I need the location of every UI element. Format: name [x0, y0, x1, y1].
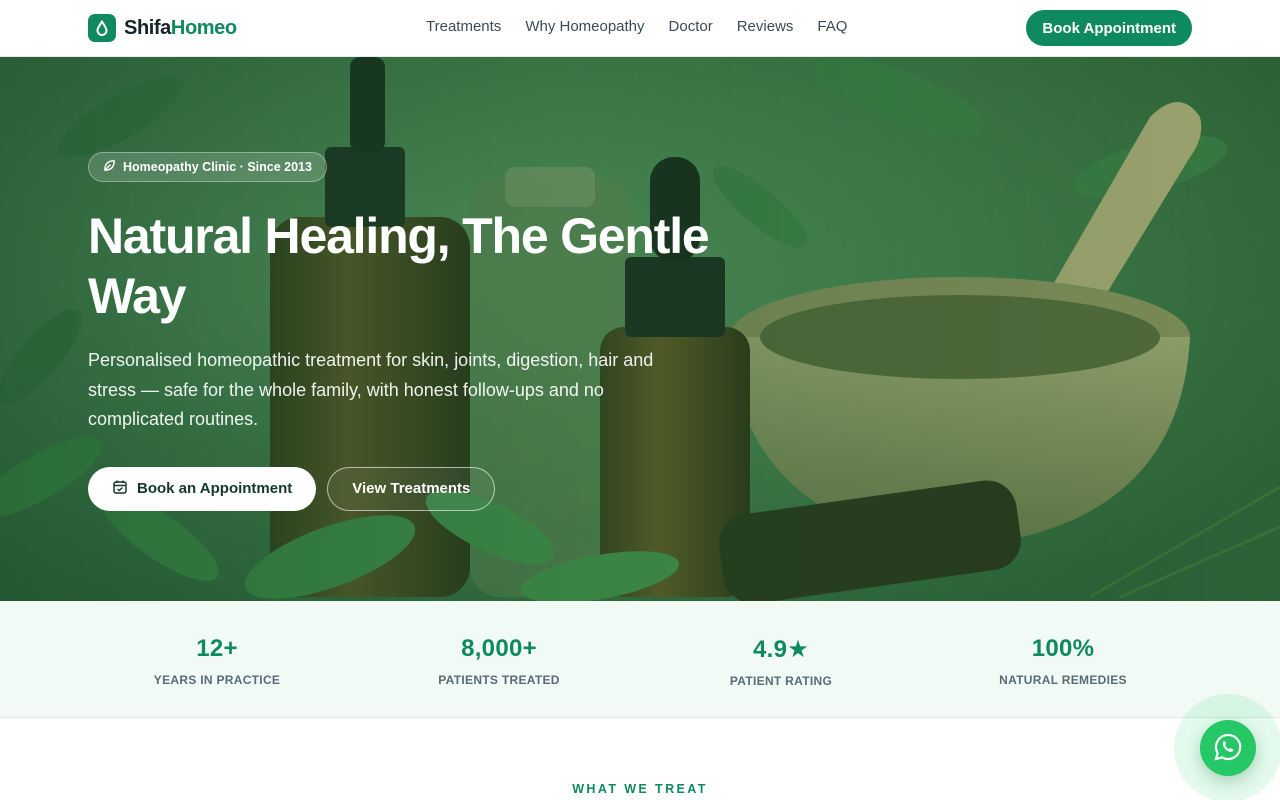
clinic-badge-text: Homeopathy Clinic · Since 2013 — [123, 160, 312, 174]
stat-natural: 100% NATURAL REMEDIES — [943, 635, 1183, 687]
brand-name-primary: Shifa — [124, 16, 171, 39]
section-eyebrow: WHAT WE TREAT — [572, 782, 708, 796]
nav-link-doctor[interactable]: Doctor — [669, 18, 713, 35]
book-an-appointment-button[interactable]: Book an Appointment — [88, 466, 317, 511]
nav-link-why-homeopathy[interactable]: Why Homeopathy — [525, 18, 644, 35]
calendar-icon — [112, 479, 128, 499]
clinic-badge: Homeopathy Clinic · Since 2013 — [88, 152, 327, 182]
stats-bar: 12+ YEARS IN PRACTICE 8,000+ PATIENTS TR… — [0, 601, 1280, 718]
brand-name-accent: Homeo — [170, 16, 237, 39]
brand-name: ShifaHomeo — [124, 17, 237, 40]
stat-rating: 4.9★ PATIENT RATING — [661, 635, 901, 688]
stat-value: 8,000+ — [461, 635, 537, 662]
stat-value: 100% — [1031, 635, 1095, 662]
stat-patients: 8,000+ PATIENTS TREATED — [379, 635, 619, 687]
stat-label: PATIENTS TREATED — [438, 673, 560, 687]
hero-section: Homeopathy Clinic · Since 2013 Natural H… — [0, 57, 1280, 601]
whatsapp-button[interactable] — [1200, 720, 1256, 776]
nav-link-treatments[interactable]: Treatments — [426, 18, 501, 35]
leaf-icon — [103, 159, 116, 175]
stat-value: 12+ — [196, 635, 238, 662]
hero-title: Natural Healing, The Gentle Way — [88, 208, 710, 324]
hero-actions: Book an Appointment View Treatments — [88, 466, 728, 511]
stat-label: PATIENT RATING — [729, 674, 833, 688]
stat-years: 12+ YEARS IN PRACTICE — [97, 635, 337, 687]
book-appointment-button[interactable]: Book Appointment — [1026, 10, 1192, 46]
book-an-appointment-label: Book an Appointment — [137, 480, 293, 497]
main-nav: Treatments Why Homeopathy Doctor Reviews… — [426, 18, 871, 35]
nav-link-reviews[interactable]: Reviews — [737, 18, 794, 35]
hero-content: Homeopathy Clinic · Since 2013 Natural H… — [88, 152, 728, 511]
stat-value: 4.9★ — [752, 636, 810, 663]
drop-icon — [88, 14, 116, 42]
view-treatments-button[interactable]: View Treatments — [327, 466, 496, 511]
brand-logo[interactable]: ShifaHomeo — [88, 14, 237, 42]
hero-subtitle: Personalised homeopathic treatment for s… — [88, 350, 654, 429]
top-navbar: ShifaHomeo Treatments Why Homeopathy Doc… — [0, 0, 1280, 57]
nav-link-faq[interactable]: FAQ — [817, 18, 847, 35]
stat-label: YEARS IN PRACTICE — [153, 673, 281, 687]
stat-label: NATURAL REMEDIES — [999, 673, 1127, 687]
whatsapp-icon — [1213, 732, 1243, 765]
